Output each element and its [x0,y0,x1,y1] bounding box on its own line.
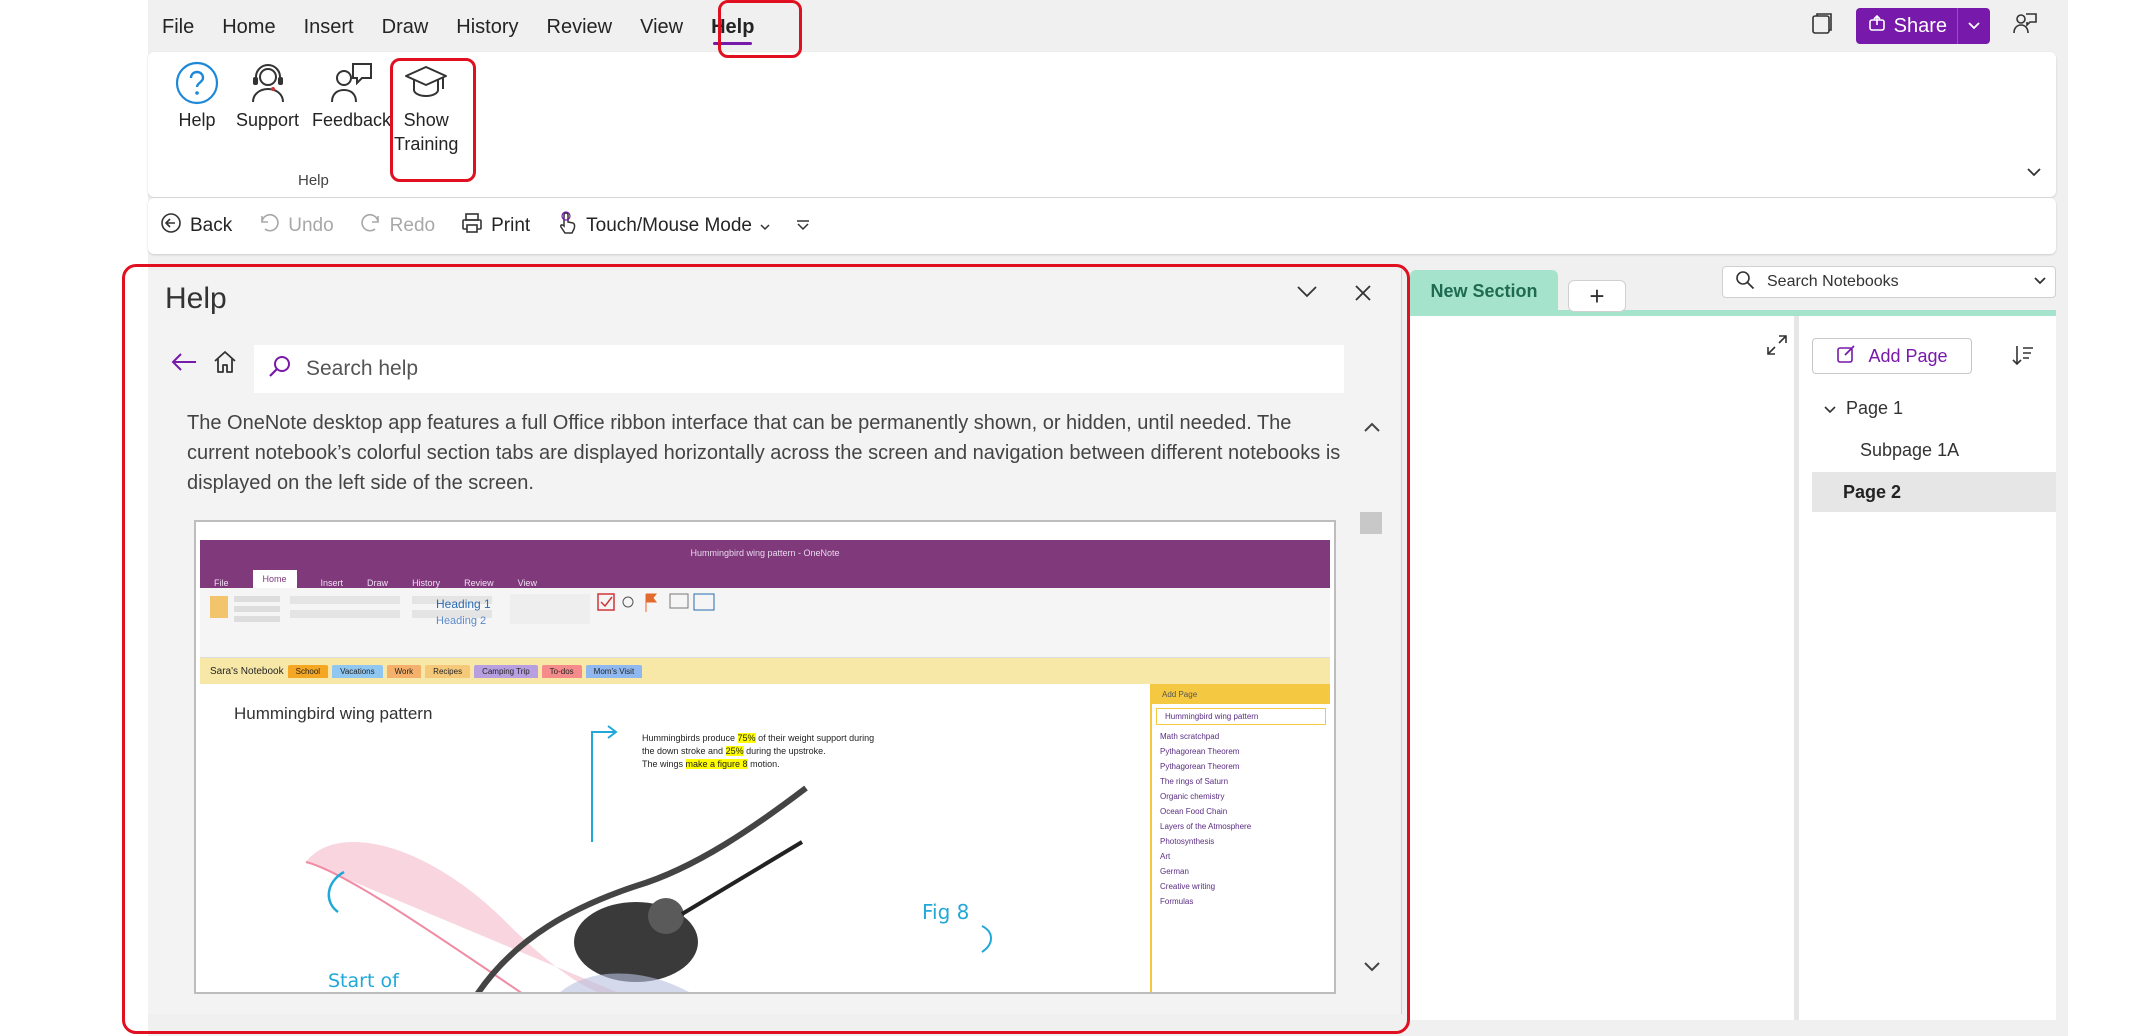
print-button[interactable]: Print [461,212,530,240]
menu-draw[interactable]: Draw [368,0,443,54]
ribbon-collapse-chevron-icon[interactable] [2026,164,2042,182]
undo-button[interactable]: Undo [258,212,334,240]
page-item-page-2[interactable]: Page 2 [1812,472,2056,512]
redo-icon [360,212,382,240]
feedback-person-icon [329,60,375,108]
printer-icon [461,212,483,240]
touch-mouse-mode-label: Touch/Mouse Mode [586,215,752,236]
sticky-note-icon[interactable] [1810,12,1834,41]
collapse-chevron-icon[interactable] [1824,398,1836,419]
menu-file[interactable]: File [148,0,208,54]
redo-label: Redo [389,215,436,236]
share-button[interactable]: Share [1855,8,1990,44]
ribbon-group-label: Help [298,172,329,189]
share-dropdown-chevron-icon[interactable] [1958,8,1990,44]
back-label: Back [190,215,233,236]
menu-bar: File Home Insert Draw History Review Vie… [148,0,2068,54]
search-notebooks-placeholder: Search Notebooks [1767,273,1899,290]
help-button[interactable]: Help [174,60,220,132]
back-button[interactable]: Back [160,212,232,240]
support-button-label: Support [236,110,300,130]
quick-access-toolbar: Back Undo Redo Print Touch/Mouse Mode [148,198,2056,254]
customize-toolbar-icon[interactable] [796,215,810,237]
page-item-subpage-1a[interactable]: Subpage 1A [1812,430,2056,470]
page-item-label: Page 2 [1843,481,1902,502]
expand-icon[interactable] [1766,334,1788,361]
menu-view[interactable]: View [626,0,697,54]
support-button[interactable]: Support [236,60,299,132]
feedback-button[interactable]: Feedback [312,60,391,132]
menu-home[interactable]: Home [208,0,289,54]
sort-pages-icon[interactable] [2012,344,2034,371]
redo-button[interactable]: Redo [360,212,435,240]
menu-insert[interactable]: Insert [290,0,368,54]
help-tab-highlight [718,0,802,58]
touch-mouse-mode-button[interactable]: Touch/Mouse Mode [556,211,770,241]
page-canvas[interactable] [1410,316,1794,1020]
section-tab-new-section[interactable]: New Section [1410,270,1558,312]
add-page-label: Add Page [1868,345,1948,366]
share-icon [1868,14,1886,38]
share-label: Share [1893,14,1947,37]
touch-hand-icon [556,211,578,241]
print-label: Print [491,215,531,236]
back-arrow-icon [160,212,182,240]
page-item-label: Page 1 [1846,397,1904,418]
page-item-label: Subpage 1A [1860,439,1960,460]
add-section-button[interactable]: + [1568,280,1626,312]
feedback-button-label: Feedback [312,110,392,130]
add-page-icon [1836,344,1856,369]
menubar-actions: Share [1810,8,2038,44]
search-notebooks-input[interactable]: Search Notebooks [1722,266,2056,298]
search-scope-chevron-icon[interactable] [2033,273,2047,291]
undo-label: Undo [288,215,334,236]
page-item-page-1[interactable]: Page 1 [1812,388,2056,428]
undo-icon [258,212,280,240]
add-page-button[interactable]: Add Page [1812,338,1972,374]
help-circle-icon [174,60,220,108]
menu-review[interactable]: Review [533,0,627,54]
headset-icon [245,60,291,108]
show-training-highlight [390,58,476,182]
help-pane-highlight [122,264,1410,1034]
touch-mode-chevron-icon [760,215,770,237]
menu-history[interactable]: History [442,0,532,54]
presenter-icon[interactable] [2012,11,2038,42]
help-button-label: Help [178,110,216,130]
search-icon [1735,270,1755,295]
